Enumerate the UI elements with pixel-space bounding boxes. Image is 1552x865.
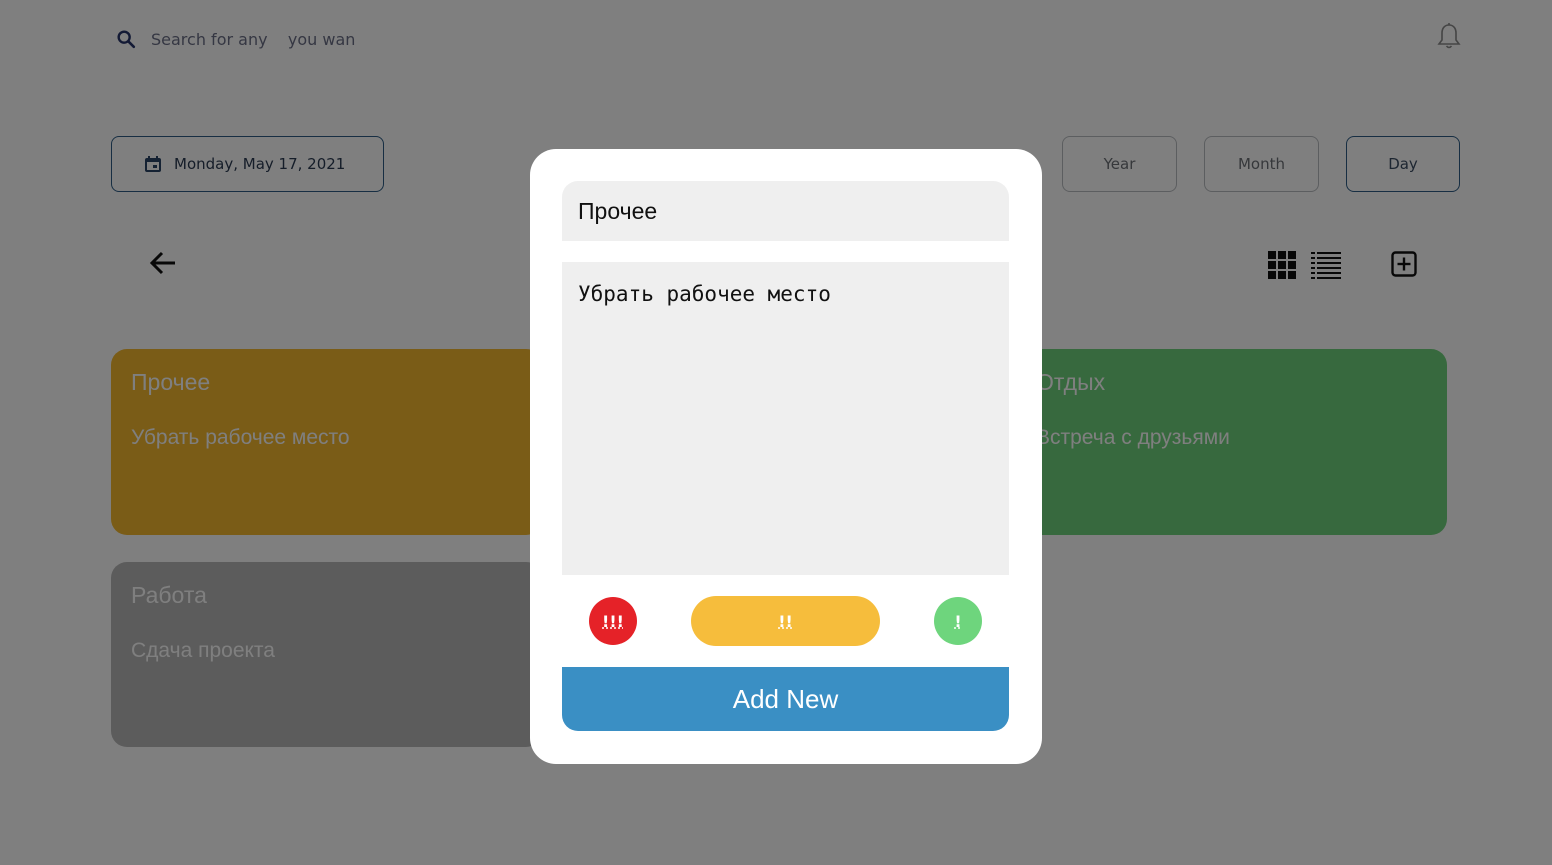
add-task-modal: Убрать рабочее место !!! !! ! Add New (530, 149, 1042, 764)
task-text-area[interactable]: Убрать рабочее место (562, 262, 1009, 575)
add-new-button[interactable]: Add New (562, 667, 1009, 731)
priority-low-button[interactable]: ! (934, 597, 982, 645)
task-title-input[interactable] (562, 181, 1009, 241)
priority-medium-button[interactable]: !! (691, 596, 880, 646)
priority-high-button[interactable]: !!! (589, 597, 637, 645)
priority-medium-label: !! (778, 611, 793, 631)
priority-high-label: !!! (602, 611, 624, 631)
priority-low-label: ! (954, 611, 962, 631)
